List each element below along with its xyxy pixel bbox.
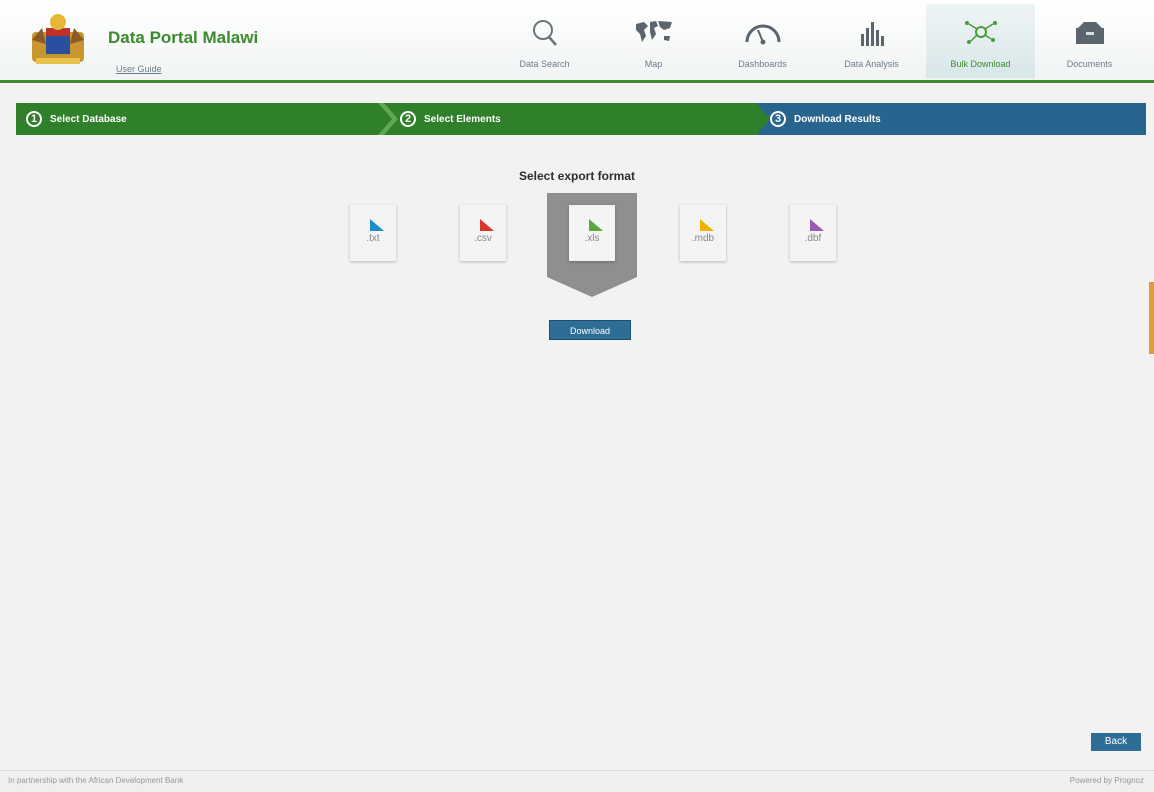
- step-number: 1: [26, 111, 42, 127]
- format-label: .mdb: [691, 233, 715, 244]
- nav-label: Data Analysis: [844, 59, 899, 69]
- format-label: .txt: [366, 233, 380, 244]
- nav-label: Data Search: [519, 59, 570, 69]
- file-corner-icon: [370, 219, 384, 231]
- format-label: .xls: [584, 233, 600, 244]
- step-label: Select Database: [50, 113, 127, 125]
- step-label: Select Elements: [424, 113, 501, 125]
- format-label: .csv: [474, 233, 492, 244]
- step-separator: [746, 103, 770, 135]
- step-download-results[interactable]: 3 Download Results: [758, 103, 1146, 135]
- step-select-elements[interactable]: 2 Select Elements: [386, 103, 786, 135]
- file-corner-icon: [480, 219, 494, 231]
- portal-title: Data Portal Malawi: [108, 28, 259, 47]
- export-format-heading: Select export format: [518, 169, 636, 183]
- bar-chart-icon: [860, 22, 884, 46]
- nav-label: Dashboards: [738, 59, 787, 69]
- step-number: 2: [400, 111, 416, 127]
- world-map-icon: [635, 21, 672, 42]
- search-icon: [532, 20, 557, 46]
- step-select-database[interactable]: 1 Select Database: [16, 103, 406, 135]
- nav-dashboards[interactable]: Dashboards: [708, 4, 817, 78]
- file-corner-icon: [589, 219, 603, 231]
- nav-data-analysis[interactable]: Data Analysis: [817, 4, 926, 78]
- gauge-icon: [745, 24, 780, 45]
- file-corner-icon: [810, 219, 824, 231]
- network-icon: [964, 21, 997, 44]
- nav-bulk-download[interactable]: Bulk Download: [926, 4, 1035, 78]
- malawi-coat-of-arms-logo[interactable]: [28, 10, 88, 68]
- side-panel-tab[interactable]: [1149, 282, 1154, 354]
- nav-label: Bulk Download: [950, 59, 1011, 69]
- step-label: Download Results: [794, 113, 881, 125]
- page-footer: In partnership with the African Developm…: [0, 770, 1154, 792]
- step-number: 3: [770, 111, 786, 127]
- footer-partnership-text: In partnership with the African Developm…: [8, 776, 184, 785]
- format-options: .txt .csv .xls .mdb .dbf: [0, 195, 1154, 305]
- nav-label: Documents: [1066, 59, 1113, 69]
- archive-box-icon: [1075, 22, 1104, 44]
- nav-map[interactable]: Map: [599, 4, 708, 78]
- nav-label: Map: [644, 59, 663, 69]
- nav-documents[interactable]: Documents: [1035, 4, 1144, 78]
- footer-powered-by: Powered by Prognoz: [1069, 776, 1144, 785]
- format-label: .dbf: [804, 233, 822, 244]
- file-corner-icon: [700, 219, 714, 231]
- step-separator: [378, 103, 398, 135]
- app-header: Data Portal Malawi User Guide Data Searc…: [0, 0, 1154, 83]
- nav-data-search[interactable]: Data Search: [490, 4, 599, 78]
- user-guide-link[interactable]: User Guide: [116, 64, 162, 74]
- wizard-steps: 1 Select Database 2 Select Elements 3 Do…: [16, 103, 1146, 135]
- back-button[interactable]: Back: [1091, 733, 1141, 751]
- download-button[interactable]: Download: [549, 320, 631, 340]
- main-nav: Data Search Map Dashboards Data Analysis…: [490, 4, 1144, 78]
